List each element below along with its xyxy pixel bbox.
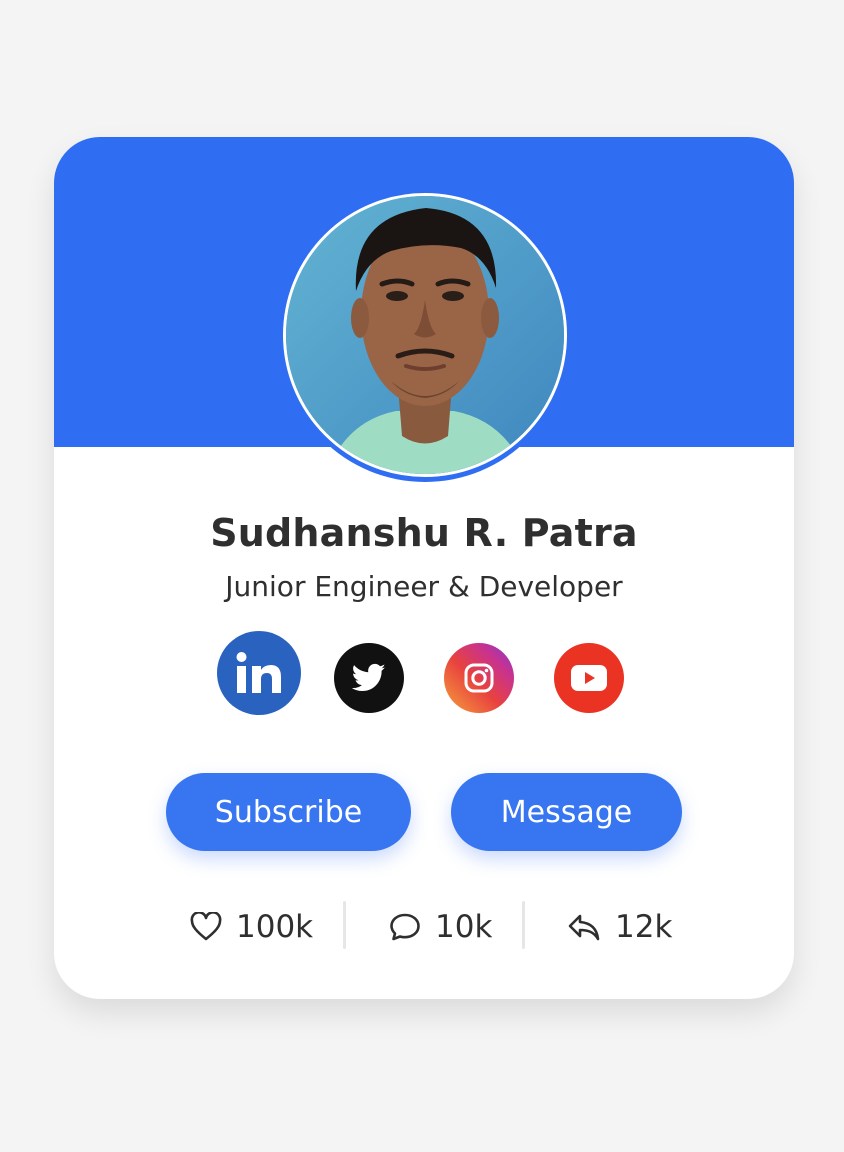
linkedin-link[interactable] <box>217 631 301 715</box>
comments-stat[interactable]: 10k <box>389 902 492 952</box>
subscribe-button[interactable]: Subscribe <box>166 773 411 851</box>
comment-icon <box>389 912 421 942</box>
stat-divider <box>522 901 525 949</box>
likes-count: 100k <box>236 909 314 945</box>
instagram-link[interactable] <box>444 643 514 713</box>
avatar-photo <box>286 196 564 474</box>
twitter-link[interactable] <box>334 643 404 713</box>
comments-count: 10k <box>435 909 493 945</box>
shares-stat[interactable]: 12k <box>567 902 672 952</box>
twitter-icon <box>352 663 386 692</box>
message-button[interactable]: Message <box>451 773 682 851</box>
avatar <box>283 193 567 477</box>
profile-card: Sudhanshu R. Patra Junior Engineer & Dev… <box>54 137 794 999</box>
likes-stat[interactable]: 100k <box>190 902 313 952</box>
profile-role: Junior Engineer & Developer <box>225 570 623 603</box>
share-reply-icon <box>567 912 601 942</box>
stat-divider <box>343 901 346 949</box>
instagram-icon <box>464 663 494 693</box>
shares-count: 12k <box>615 909 673 945</box>
youtube-link[interactable] <box>554 643 624 713</box>
profile-name: Sudhanshu R. Patra <box>210 511 638 555</box>
linkedin-icon <box>236 652 281 693</box>
youtube-icon <box>571 665 607 691</box>
heart-icon <box>190 912 222 942</box>
